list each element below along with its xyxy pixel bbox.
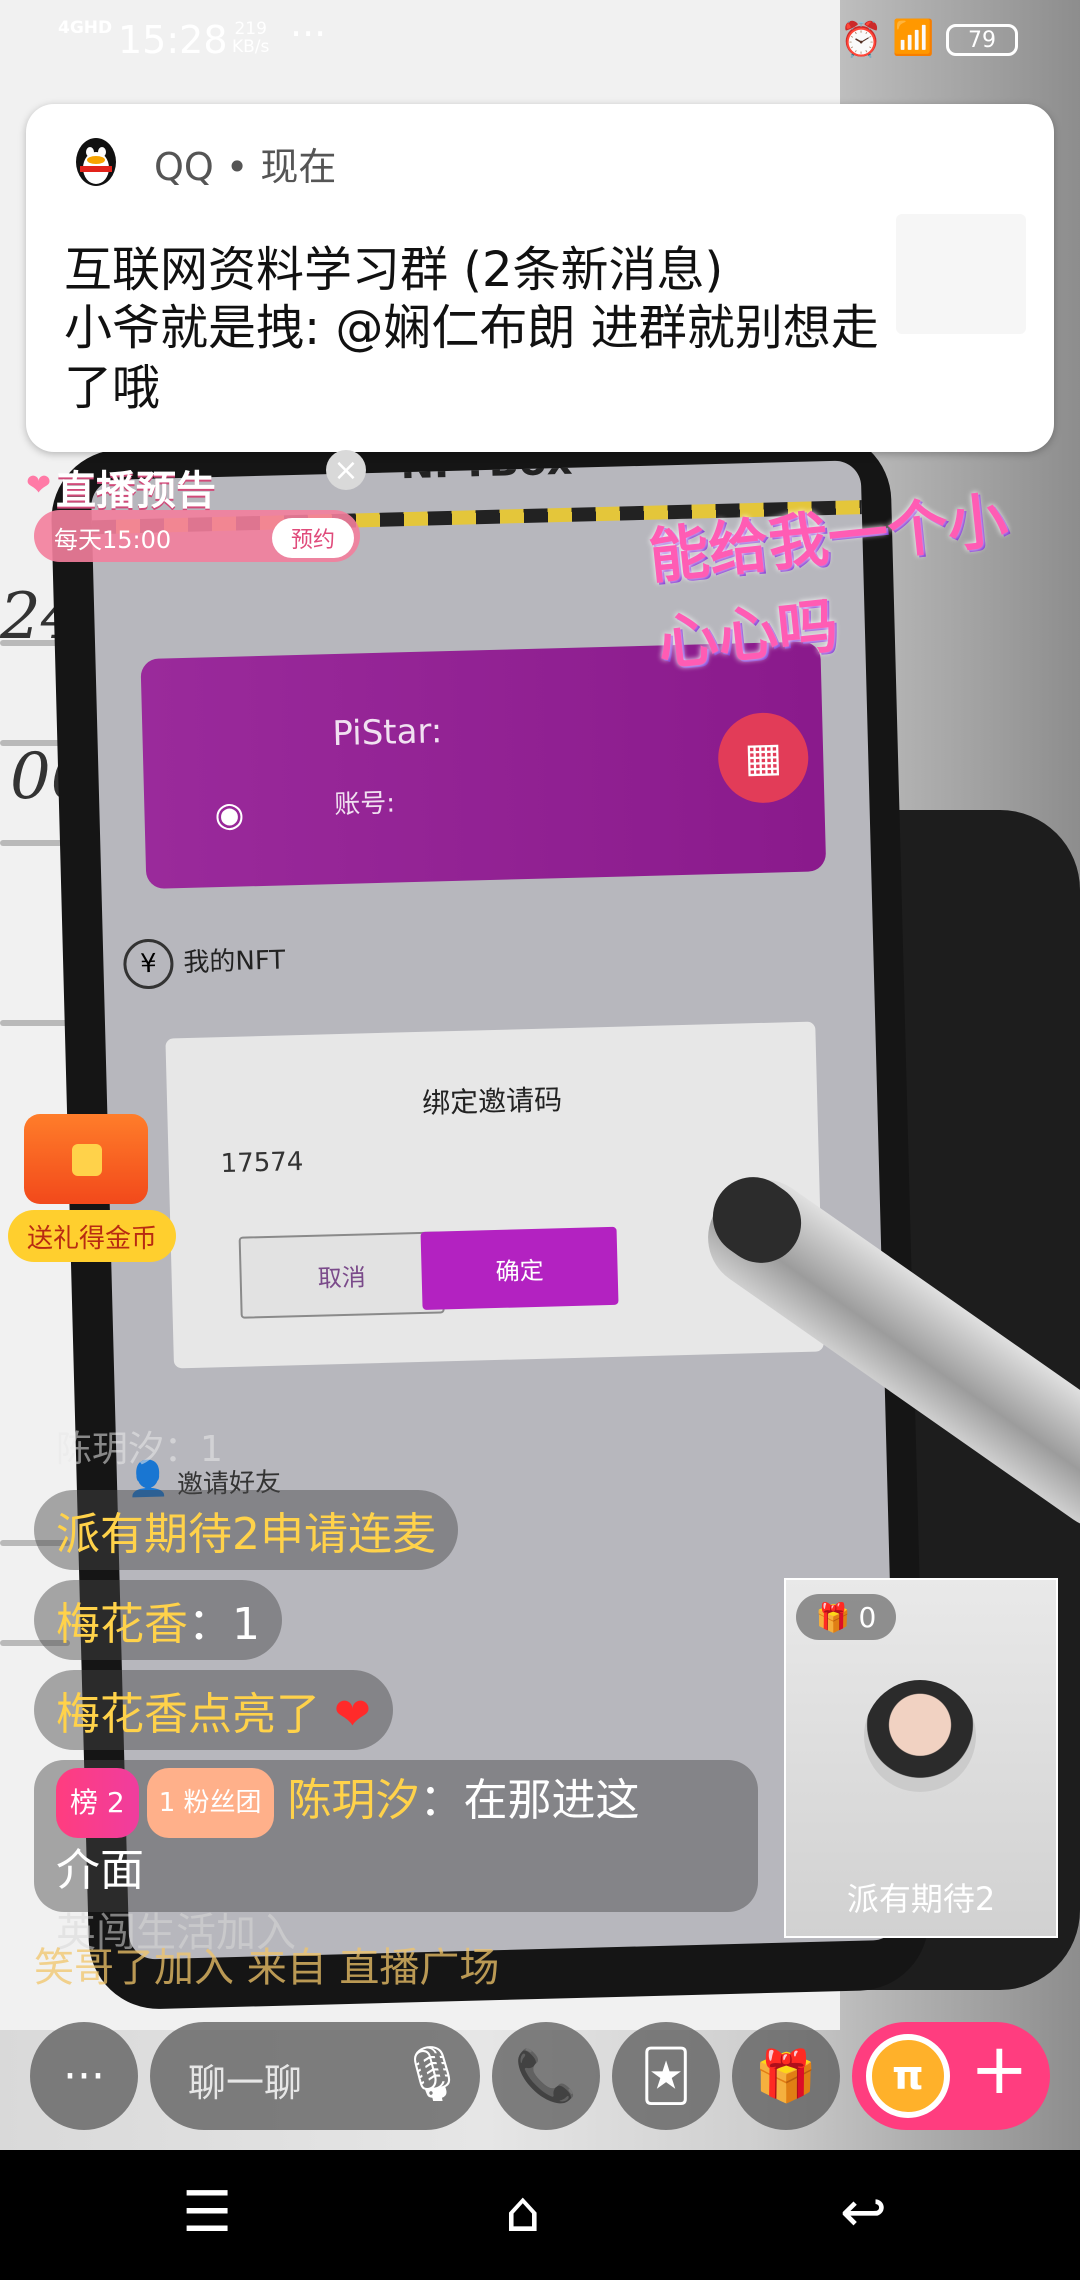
heart-icon: ❤ [334, 1689, 371, 1740]
treasure-chest-icon [24, 1114, 148, 1204]
back-icon[interactable]: ↩ [840, 2180, 887, 2245]
chat-message-rich: 榜 21 粉丝团 陈玥汐：在那进这 介面 [34, 1760, 758, 1912]
treasure-label: 送礼得金币 [8, 1210, 176, 1262]
notification-app: QQ • 现在 [154, 136, 336, 191]
heart-icon: ❤ [26, 468, 52, 503]
qq-notification[interactable]: QQ • 现在 互联网资料学习群 (2条新消息) 小爷就是拽: @娴仁布朗 进群… [26, 104, 1054, 452]
pi-coin-plus-button[interactable]: π + [852, 2022, 1050, 2130]
fan-club-label: 粉丝团 [183, 1788, 262, 1818]
chat-content: 在那进这 [463, 1775, 640, 1826]
network-speed: 219 KB/s [232, 20, 269, 56]
cohost-avatar[interactable] [864, 1680, 976, 1792]
account-card: PiStar: 账号: ◉ ▦ [140, 641, 827, 890]
plus-icon: + [970, 2028, 1029, 2110]
more-button[interactable]: ··· [30, 2022, 138, 2130]
invite-code-field: 17574 [208, 1127, 609, 1197]
notification-time: 现在 [260, 145, 337, 189]
chat-separator: ： [188, 1599, 232, 1650]
gift-button[interactable]: 🎁 [732, 2022, 840, 2130]
invite-code-value: 17574 [220, 1147, 304, 1180]
chat-message: 梅花香：1 [34, 1580, 282, 1660]
qq-penguin-icon [66, 130, 126, 190]
clock: 15:28 [118, 18, 228, 62]
menu-icon[interactable]: ☰ [182, 2180, 232, 2245]
pi-coin-icon: π [866, 2034, 950, 2118]
chat-faded-message: 陈玥汐：1 [56, 1429, 223, 1470]
chat-separator: ： [419, 1775, 464, 1826]
chat-join-line: 笑哥了加入 来自 直播广场 [34, 1945, 500, 1991]
dialog-confirm-button: 确定 [420, 1226, 619, 1310]
notification-thumbnail [896, 214, 1026, 334]
notebook-ring [0, 1020, 70, 1026]
home-icon[interactable]: ⌂ [505, 2180, 541, 2245]
notification-separator: • [225, 145, 261, 189]
notification-body: 小爷就是拽: @娴仁布朗 进群就别想走了哦 [64, 300, 879, 416]
yen-icon: ¥ [122, 938, 175, 990]
card-icon: 🃏 [640, 2047, 692, 2105]
network-indicator: 4GHD [58, 18, 113, 38]
chat-message: 派有期待2申请连麦 [34, 1490, 458, 1570]
chat-username: 陈玥汐 [287, 1775, 420, 1826]
cohost-video[interactable]: 🎁 0 派有期待2 [784, 1578, 1058, 1938]
gift-icon: 🎁 [815, 1600, 851, 1634]
chat-input-placeholder: 聊一聊 [188, 2061, 303, 2105]
speed-unit: KB/s [232, 37, 270, 57]
speed-value: 219 [234, 19, 267, 39]
calendar-icon: ▦ [717, 711, 810, 804]
card-activity-button[interactable]: 🃏 [612, 2022, 720, 2130]
gift-count: 0 [858, 1600, 877, 1634]
wifi-icon: 📶 [892, 18, 935, 58]
live-preview-label: 直播预告 [56, 468, 216, 514]
my-nft-row: ¥ 我的NFT [112, 901, 854, 1020]
dialog-title: 绑定邀请码 [421, 1083, 563, 1120]
gift-icon: 🎁 [754, 2046, 818, 2105]
notification-title: 互联网资料学习群 (2条新消息) [64, 242, 724, 298]
camera-icon: ◉ [214, 794, 245, 836]
dialog-cancel-button: 取消 [238, 1231, 445, 1319]
chat-content: 点亮了 [188, 1689, 320, 1740]
close-icon[interactable]: × [326, 450, 366, 490]
chat-message: 梅花香点亮了 ❤ [34, 1670, 393, 1750]
alarm-icon: ⏰ [840, 20, 883, 60]
status-bar: 4GHD 15:28 219 KB/s ··· ⏰ 📶 79 [0, 0, 1080, 84]
chat-input[interactable]: 聊一聊 🎙 [150, 2022, 480, 2130]
rank-badge: 榜 2 [56, 1768, 139, 1838]
chat-username: 梅花香 [56, 1689, 188, 1740]
live-preview-banner[interactable]: ❤ 直播预告 每天15:00 预约 × [26, 450, 366, 562]
fan-club-badge: 1 粉丝团 [146, 1768, 274, 1838]
more-status-icon: ··· [290, 12, 327, 56]
phone-icon: 📞 [514, 2046, 578, 2105]
card-account: 账号: [333, 788, 396, 821]
fan-level: 1 [158, 1788, 176, 1818]
cohost-name: 派有期待2 [846, 1880, 996, 1918]
battery-indicator: 79 [946, 24, 1018, 56]
chat-content: 1 [232, 1599, 260, 1650]
chat-username: 梅花香 [56, 1599, 188, 1650]
reserve-button[interactable]: 预约 [272, 518, 354, 558]
chest-lock [72, 1144, 102, 1176]
chat-content-cont: 介面 [56, 1845, 144, 1896]
chat-text: 派有期待2申请连麦 [56, 1509, 436, 1560]
gift-coin-treasure[interactable]: 送礼得金币 [8, 1100, 178, 1262]
system-nav-bar: ☰ ⌂ ↩ [0, 2150, 1080, 2280]
microphone-icon[interactable]: 🎙 [398, 2042, 467, 2108]
call-link-button[interactable]: 📞 [492, 2022, 600, 2130]
live-preview-time: 每天15:00 [54, 526, 172, 554]
notification-app-name: QQ [154, 145, 214, 189]
my-nft-label: 我的NFT [183, 945, 286, 979]
card-name: PiStar: [331, 711, 443, 755]
cohost-gift-badge: 🎁 0 [796, 1594, 896, 1640]
